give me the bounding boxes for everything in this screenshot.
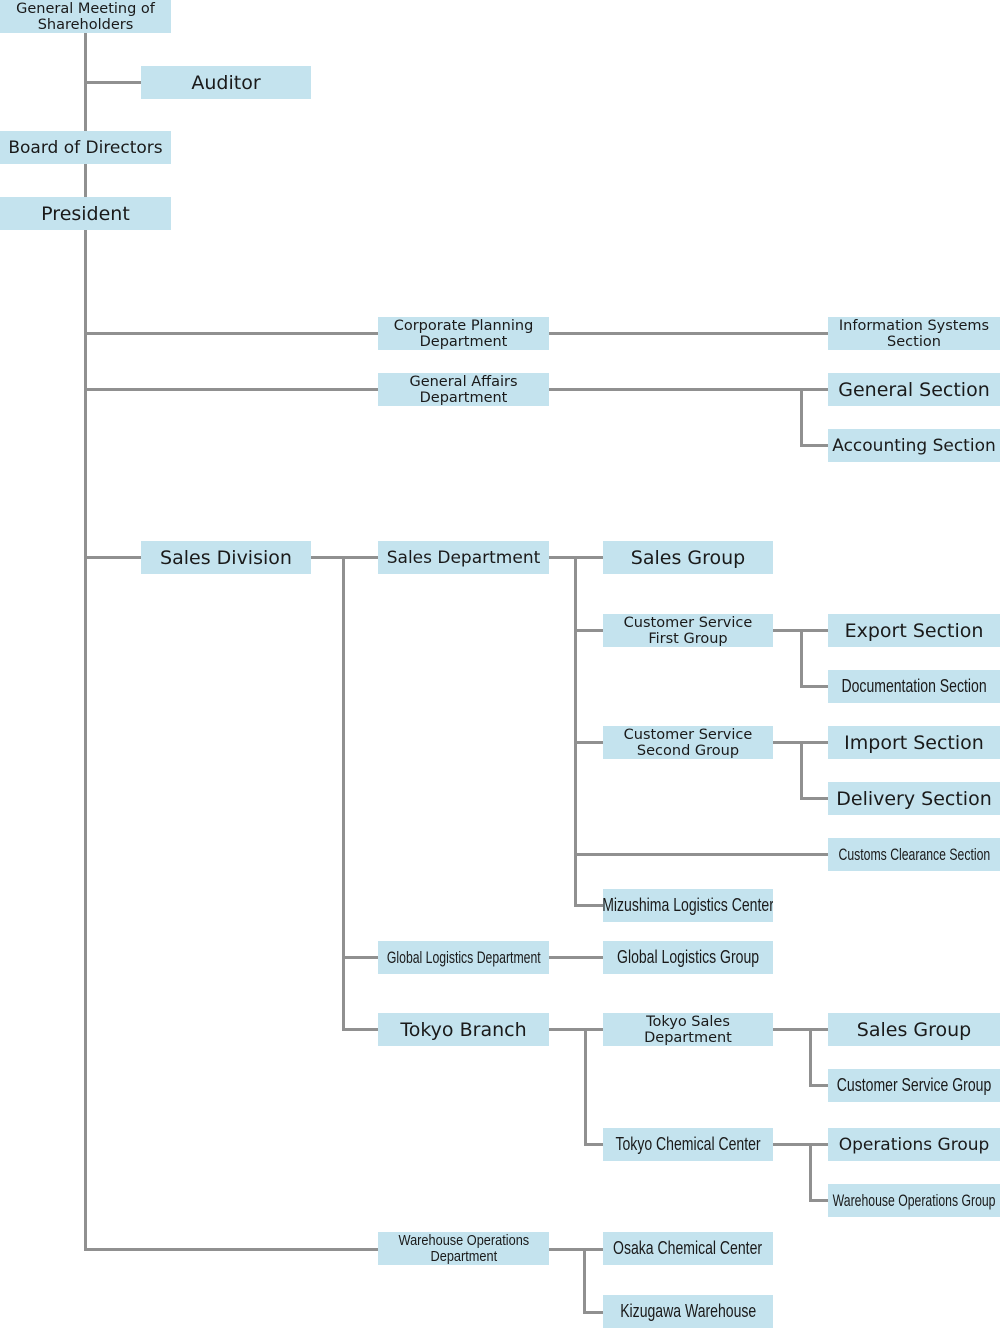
- node-board-of-directors: Board of Directors: [0, 131, 171, 164]
- node-label: Corporate Planning Department: [393, 317, 534, 350]
- node-label: General Affairs Department: [409, 373, 518, 406]
- connector-delivery: [800, 797, 828, 800]
- node-sales-group: Sales Group: [603, 541, 773, 574]
- node-operations-group: Operations Group: [828, 1128, 1000, 1161]
- connector-tokyo-sales: [549, 1028, 603, 1031]
- connector-tb-branch: [584, 1028, 587, 1145]
- node-delivery-section: Delivery Section: [828, 782, 1000, 815]
- connector-sd-branch: [342, 556, 345, 1031]
- node-customer-service-first-group: Customer Service First Group: [603, 614, 773, 647]
- node-global-logistics-department: Global Logistics Department: [378, 941, 549, 974]
- node-information-systems-section: Information Systems Section: [828, 317, 1000, 350]
- connector-auditor: [85, 81, 141, 84]
- connector-tokyo-branch: [342, 1028, 378, 1031]
- node-label: Mizushima Logistics Center: [603, 895, 773, 915]
- node-label: Kizugawa Warehouse: [619, 1301, 757, 1321]
- node-tokyo-chemical-center: Tokyo Chemical Center: [603, 1128, 773, 1161]
- node-president: President: [0, 197, 171, 230]
- node-label: Auditor: [191, 71, 261, 94]
- node-global-logistics-group: Global Logistics Group: [603, 941, 773, 974]
- connector-cs-second: [574, 741, 603, 744]
- node-label: Customer Service Second Group: [623, 726, 753, 759]
- node-warehouse-operations-department: Warehouse Operations Department: [378, 1232, 549, 1265]
- node-customs-clearance-section: Customs Clearance Section: [828, 838, 1000, 871]
- node-label: Warehouse Operations Department: [398, 1232, 529, 1265]
- connector-tsd-branch: [809, 1028, 812, 1086]
- node-label: Operations Group: [838, 1134, 990, 1155]
- node-label: Osaka Chemical Center: [613, 1238, 763, 1258]
- connector-csf-branch: [800, 629, 803, 687]
- connector-css-branch: [800, 741, 803, 799]
- node-tokyo-sales-department: Tokyo Sales Department: [603, 1013, 773, 1046]
- node-label: General Section: [838, 378, 990, 401]
- node-label: Documentation Section: [841, 676, 987, 696]
- connector-general-affairs: [85, 388, 378, 391]
- node-general-meeting-of-shareholders: General Meeting of Shareholders: [0, 0, 171, 33]
- connector-accounting: [800, 444, 828, 447]
- node-label: Delivery Section: [836, 787, 992, 810]
- connector-tcc-branch: [809, 1143, 812, 1201]
- node-warehouse-operations-group: Warehouse Operations Group: [828, 1184, 1000, 1217]
- node-label: Sales Division: [160, 546, 292, 569]
- connector-wod-branch: [583, 1248, 586, 1313]
- node-label: Customer Service First Group: [623, 614, 753, 647]
- node-osaka-chemical-center: Osaka Chemical Center: [603, 1232, 773, 1265]
- connector-kizugawa: [583, 1311, 603, 1314]
- node-label: Customs Clearance Section: [838, 844, 990, 864]
- node-mizushima-logistics-center: Mizushima Logistics Center: [603, 889, 773, 922]
- node-label: Global Logistics Department: [386, 947, 541, 967]
- node-import-section: Import Section: [828, 726, 1000, 759]
- connector-tokyo-cs-group: [809, 1084, 828, 1087]
- node-customer-service-second-group: Customer Service Second Group: [603, 726, 773, 759]
- connector-corp-planning: [85, 332, 378, 335]
- node-label: Sales Group: [630, 546, 746, 569]
- node-tokyo-sales-group: Sales Group: [828, 1013, 1000, 1046]
- node-corporate-planning-department: Corporate Planning Department: [378, 317, 549, 350]
- connector-osaka: [549, 1248, 603, 1251]
- connector-global-logistics-dept: [342, 956, 378, 959]
- connector-warehouse-ops-dept: [85, 1248, 378, 1251]
- node-label: Accounting Section: [832, 435, 996, 456]
- node-label: Export Section: [844, 619, 984, 642]
- node-documentation-section: Documentation Section: [828, 670, 1000, 703]
- node-label: Global Logistics Group: [616, 947, 760, 967]
- node-label: Tokyo Sales Department: [644, 1013, 732, 1046]
- connector-mizushima: [574, 904, 603, 907]
- node-accounting-section: Accounting Section: [828, 429, 1000, 462]
- connector-tokyo-sales-group: [773, 1028, 828, 1031]
- node-sales-department: Sales Department: [378, 541, 549, 574]
- connector-global-logistics-group: [549, 956, 603, 959]
- connector-general-section: [549, 388, 828, 391]
- node-general-affairs-department: General Affairs Department: [378, 373, 549, 406]
- node-label: President: [41, 202, 130, 225]
- node-kizugawa-warehouse: Kizugawa Warehouse: [603, 1295, 773, 1328]
- connector-cs-first: [574, 629, 603, 632]
- node-label: General Meeting of Shareholders: [16, 0, 155, 33]
- node-auditor: Auditor: [141, 66, 311, 99]
- node-label: Tokyo Branch: [400, 1018, 527, 1041]
- connector-operations-group: [773, 1143, 828, 1146]
- node-label: Customer Service Group: [836, 1075, 992, 1095]
- node-customer-service-group: Customer Service Group: [828, 1069, 1000, 1102]
- node-label: Warehouse Operations Group: [832, 1190, 996, 1210]
- connector-documentation: [800, 685, 828, 688]
- connector-warehouse-ops-group: [809, 1199, 828, 1202]
- node-label: Import Section: [844, 731, 984, 754]
- node-sales-division: Sales Division: [141, 541, 311, 574]
- node-label: Sales Group: [856, 1018, 972, 1041]
- connector-customs: [574, 853, 828, 856]
- connector-tokyo-chemical: [584, 1143, 603, 1146]
- node-export-section: Export Section: [828, 614, 1000, 647]
- node-label: Sales Department: [386, 547, 541, 568]
- node-label: Board of Directors: [8, 137, 163, 158]
- node-label: Information Systems Section: [838, 317, 990, 350]
- connector-ga-branch: [800, 388, 803, 446]
- connector-sales-division: [85, 556, 141, 559]
- node-general-section: General Section: [828, 373, 1000, 406]
- connector-info-systems: [549, 332, 828, 335]
- node-tokyo-branch: Tokyo Branch: [378, 1013, 549, 1046]
- node-label: Tokyo Chemical Center: [615, 1134, 761, 1154]
